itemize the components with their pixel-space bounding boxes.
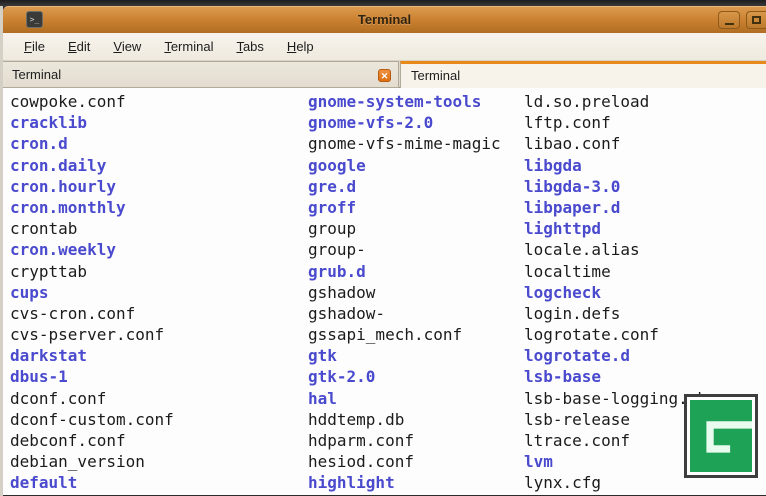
- file-column-3: ld.so.preloadlftp.conflibao.conflibgdali…: [524, 91, 707, 494]
- menu-item-file[interactable]: File: [16, 36, 53, 57]
- file-entry: gnome-vfs-mime-magic: [308, 133, 501, 154]
- file-entry: cvs-pserver.conf: [10, 324, 174, 345]
- file-entry: cowpoke.conf: [10, 91, 174, 112]
- file-entry: hdparm.conf: [308, 430, 501, 451]
- menu-item-help[interactable]: Help: [279, 36, 322, 57]
- file-entry: hesiod.conf: [308, 451, 501, 472]
- file-entry: cron.weekly: [10, 239, 174, 260]
- file-entry: locale.alias: [524, 239, 707, 260]
- file-entry: login.defs: [524, 303, 707, 324]
- file-entry: lvm: [524, 451, 707, 472]
- file-entry: ltrace.conf: [524, 430, 707, 451]
- file-entry: cron.daily: [10, 155, 174, 176]
- file-entry: logcheck: [524, 282, 707, 303]
- file-entry: dconf-custom.conf: [10, 409, 174, 430]
- file-column-2: gnome-system-toolsgnome-vfs-2.0gnome-vfs…: [308, 91, 501, 494]
- file-entry: lsb-base-logging.sh: [524, 388, 707, 409]
- terminal-output[interactable]: cowpoke.confcracklibcron.dcron.dailycron…: [3, 88, 766, 495]
- menu-item-terminal[interactable]: Terminal: [156, 36, 221, 57]
- file-entry: darkstat: [10, 345, 174, 366]
- file-entry: libgda: [524, 155, 707, 176]
- file-entry: crypttab: [10, 261, 174, 282]
- watermark-logo: [684, 394, 758, 478]
- file-entry: gnome-system-tools: [308, 91, 501, 112]
- file-entry: gnome-vfs-2.0: [308, 112, 501, 133]
- file-entry: gtk: [308, 345, 501, 366]
- file-entry: group: [308, 218, 501, 239]
- file-entry: gshadow-: [308, 303, 501, 324]
- file-entry: highlight: [308, 472, 501, 493]
- file-entry: lsb-base: [524, 366, 707, 387]
- menu-item-tabs[interactable]: Tabs: [228, 36, 271, 57]
- menu-item-view[interactable]: View: [105, 36, 149, 57]
- file-entry: cron.monthly: [10, 197, 174, 218]
- tab-close-icon[interactable]: ✕: [378, 69, 391, 82]
- minimize-icon: [725, 23, 734, 25]
- file-entry: ld.so.preload: [524, 91, 707, 112]
- file-entry: lsb-release: [524, 409, 707, 430]
- file-entry: cvs-cron.conf: [10, 303, 174, 324]
- menu-bar: File Edit View Terminal Tabs Help: [3, 33, 766, 61]
- file-entry: gshadow: [308, 282, 501, 303]
- maximize-button[interactable]: [746, 11, 766, 29]
- tab-bar: Terminal ✕ Terminal: [3, 61, 766, 88]
- tab-label: Terminal: [12, 67, 61, 82]
- menu-item-edit[interactable]: Edit: [60, 36, 98, 57]
- file-entry: hddtemp.db: [308, 409, 501, 430]
- file-entry: google: [308, 155, 501, 176]
- file-entry: logrotate.conf: [524, 324, 707, 345]
- file-entry: debian_version: [10, 451, 174, 472]
- minimize-button[interactable]: [718, 11, 740, 29]
- file-entry: crontab: [10, 218, 174, 239]
- window-title: Terminal: [3, 7, 766, 34]
- tab-terminal-1[interactable]: Terminal ✕: [3, 61, 399, 88]
- file-entry: gre.d: [308, 176, 501, 197]
- tab-terminal-2[interactable]: Terminal: [400, 61, 766, 88]
- file-entry: lftp.conf: [524, 112, 707, 133]
- terminal-window: >_ Terminal FileEditViewTerminalTabsHelp…: [0, 6, 766, 496]
- file-entry: lynx.cfg: [524, 472, 707, 493]
- file-entry: debconf.conf: [10, 430, 174, 451]
- file-entry: grub.d: [308, 261, 501, 282]
- file-entry: libpaper.d: [524, 197, 707, 218]
- file-entry: dbus-1: [10, 366, 174, 387]
- maximize-icon: [752, 16, 761, 24]
- file-entry: dconf.conf: [10, 388, 174, 409]
- file-column-1: cowpoke.confcracklibcron.dcron.dailycron…: [10, 91, 174, 494]
- file-entry: logrotate.d: [524, 345, 707, 366]
- file-entry: group-: [308, 239, 501, 260]
- file-entry: libao.conf: [524, 133, 707, 154]
- screen: >_ Terminal FileEditViewTerminalTabsHelp…: [0, 0, 766, 496]
- file-entry: hal: [308, 388, 501, 409]
- file-entry: cron.d: [10, 133, 174, 154]
- window-controls: [718, 11, 766, 29]
- watermark-g-icon: [690, 400, 752, 472]
- file-entry: default: [10, 472, 174, 493]
- file-entry: cron.hourly: [10, 176, 174, 197]
- tab-label: Terminal: [411, 68, 460, 83]
- file-entry: gssapi_mech.conf: [308, 324, 501, 345]
- file-entry: cracklib: [10, 112, 174, 133]
- file-entry: groff: [308, 197, 501, 218]
- file-entry: lighttpd: [524, 218, 707, 239]
- file-entry: gtk-2.0: [308, 366, 501, 387]
- window-titlebar[interactable]: >_ Terminal: [3, 6, 766, 33]
- file-entry: localtime: [524, 261, 707, 282]
- file-entry: libgda-3.0: [524, 176, 707, 197]
- file-entry: cups: [10, 282, 174, 303]
